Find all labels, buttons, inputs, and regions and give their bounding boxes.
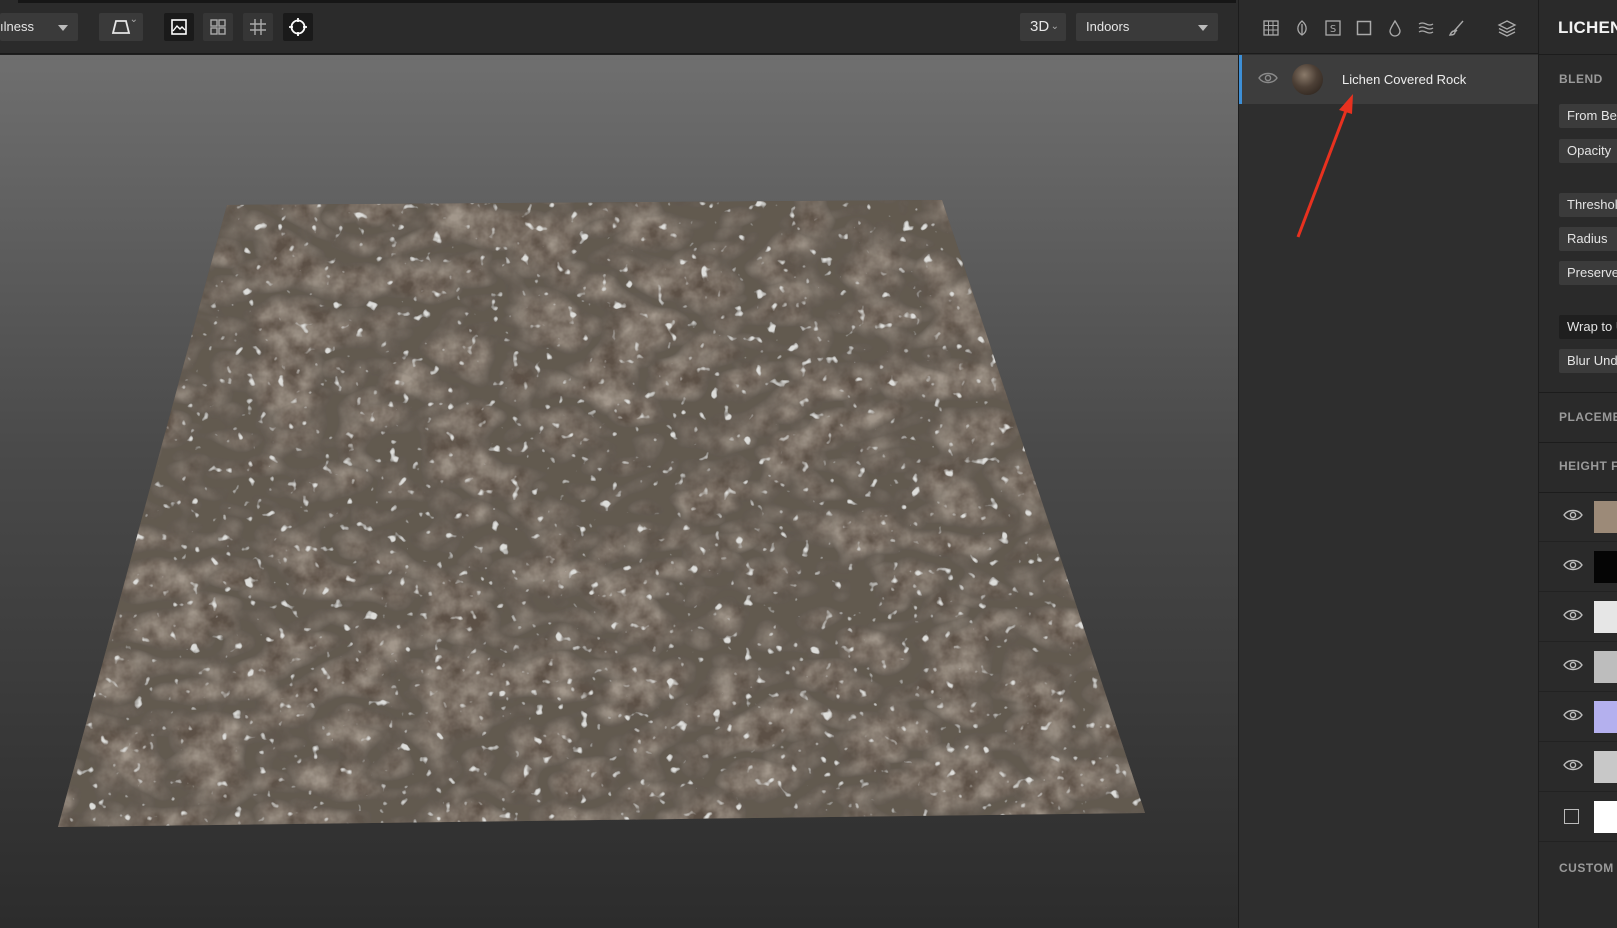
properties-panel: LICHEN C BLEND From Be Opacity Threshol … (1538, 0, 1617, 928)
toolbar-top-border (18, 0, 1236, 3)
drop-icon[interactable] (1385, 18, 1405, 38)
chevron-down-icon: ⌄ (1050, 21, 1059, 32)
preserve-toggle[interactable]: Preserve (1559, 261, 1617, 285)
height-map-row[interactable] (1539, 742, 1617, 792)
height-map-swatch[interactable] (1594, 701, 1617, 733)
s-box-icon[interactable]: S (1323, 18, 1343, 38)
grid-toggle-button[interactable] (243, 13, 273, 41)
height-map-row[interactable] (1539, 542, 1617, 592)
channel-dropdown[interactable]: ılness (0, 13, 78, 41)
height-map-swatch[interactable] (1594, 551, 1617, 583)
divider (1539, 442, 1617, 443)
square-icon[interactable] (1354, 18, 1374, 38)
height-map-row[interactable] (1539, 592, 1617, 642)
chevron-down-icon (1198, 25, 1208, 31)
eye-icon[interactable] (1258, 71, 1278, 85)
view-mode-dropdown[interactable]: 3D ⌄ (1020, 13, 1066, 41)
eye-icon[interactable] (1563, 758, 1583, 772)
layers-panel-header: S (1239, 0, 1539, 54)
focus-target-button[interactable] (283, 13, 313, 41)
chevron-down-icon (58, 25, 68, 31)
environment-dropdown[interactable]: Indoors (1076, 13, 1218, 41)
height-map-row[interactable] (1539, 492, 1617, 542)
eye-icon[interactable] (1563, 508, 1583, 522)
perspective-button[interactable]: ⌄ (99, 13, 143, 41)
height-map-row[interactable] (1539, 692, 1617, 742)
target-icon (289, 18, 307, 36)
radius-slider[interactable]: Radius (1559, 227, 1617, 251)
blend-section-label: BLEND (1559, 72, 1603, 86)
image-icon (171, 19, 187, 35)
divider (1539, 392, 1617, 393)
grid-lines-icon (250, 19, 266, 35)
viewport-toolbar: ılness ⌄ 3D ⌄ Indoors (0, 0, 1238, 54)
height-section-label[interactable]: HEIGHT FI (1559, 459, 1617, 473)
tile-view-button[interactable] (203, 13, 233, 41)
chevron-down-icon: ⌄ (129, 14, 138, 25)
opacity-slider[interactable]: Opacity (1559, 139, 1617, 163)
layer-thumbnail (1292, 64, 1323, 95)
grid-tiles-icon (210, 19, 226, 35)
threshold-slider[interactable]: Threshol (1559, 193, 1617, 217)
divider (1539, 54, 1617, 55)
svg-text:S: S (1330, 24, 1336, 35)
image-view-button[interactable] (164, 13, 194, 41)
visibility-checkbox[interactable] (1564, 809, 1579, 824)
table-icon[interactable] (1261, 18, 1281, 38)
view-mode-value: 3D (1030, 18, 1050, 35)
perspective-icon (111, 20, 131, 34)
layers-panel: S Lichen Covered Rock (1238, 0, 1539, 928)
layer-row[interactable]: Lichen Covered Rock (1239, 55, 1539, 104)
blend-mode-dropdown[interactable]: From Be (1559, 104, 1617, 128)
3d-viewport[interactable] (0, 55, 1238, 928)
material-title: LICHEN C (1558, 18, 1617, 37)
channel-dropdown-value: ılness (0, 19, 34, 34)
eye-icon[interactable] (1563, 608, 1583, 622)
environment-value: Indoors (1086, 19, 1130, 34)
blur-underlying-toggle[interactable]: Blur Und (1559, 349, 1617, 373)
height-map-swatch[interactable] (1594, 801, 1617, 833)
waves-icon[interactable] (1416, 18, 1436, 38)
height-map-swatch[interactable] (1594, 501, 1617, 533)
layers-icon[interactable] (1497, 18, 1517, 38)
height-map-swatch[interactable] (1594, 751, 1617, 783)
layer-name: Lichen Covered Rock (1342, 72, 1467, 87)
eye-icon[interactable] (1563, 658, 1583, 672)
wrap-toggle[interactable]: Wrap to U (1559, 315, 1617, 339)
custom-section-label[interactable]: CUSTOM I (1559, 861, 1617, 875)
height-map-swatch[interactable] (1594, 601, 1617, 633)
eye-icon[interactable] (1563, 708, 1583, 722)
eye-icon[interactable] (1563, 558, 1583, 572)
material-preview-plane (58, 200, 1145, 827)
height-map-row[interactable] (1539, 792, 1617, 842)
height-map-swatch[interactable] (1594, 651, 1617, 683)
height-map-row[interactable] (1539, 642, 1617, 692)
placement-section-label[interactable]: PLACEME (1559, 410, 1617, 424)
leaf-icon[interactable] (1292, 18, 1312, 38)
brush-icon[interactable] (1447, 18, 1467, 38)
